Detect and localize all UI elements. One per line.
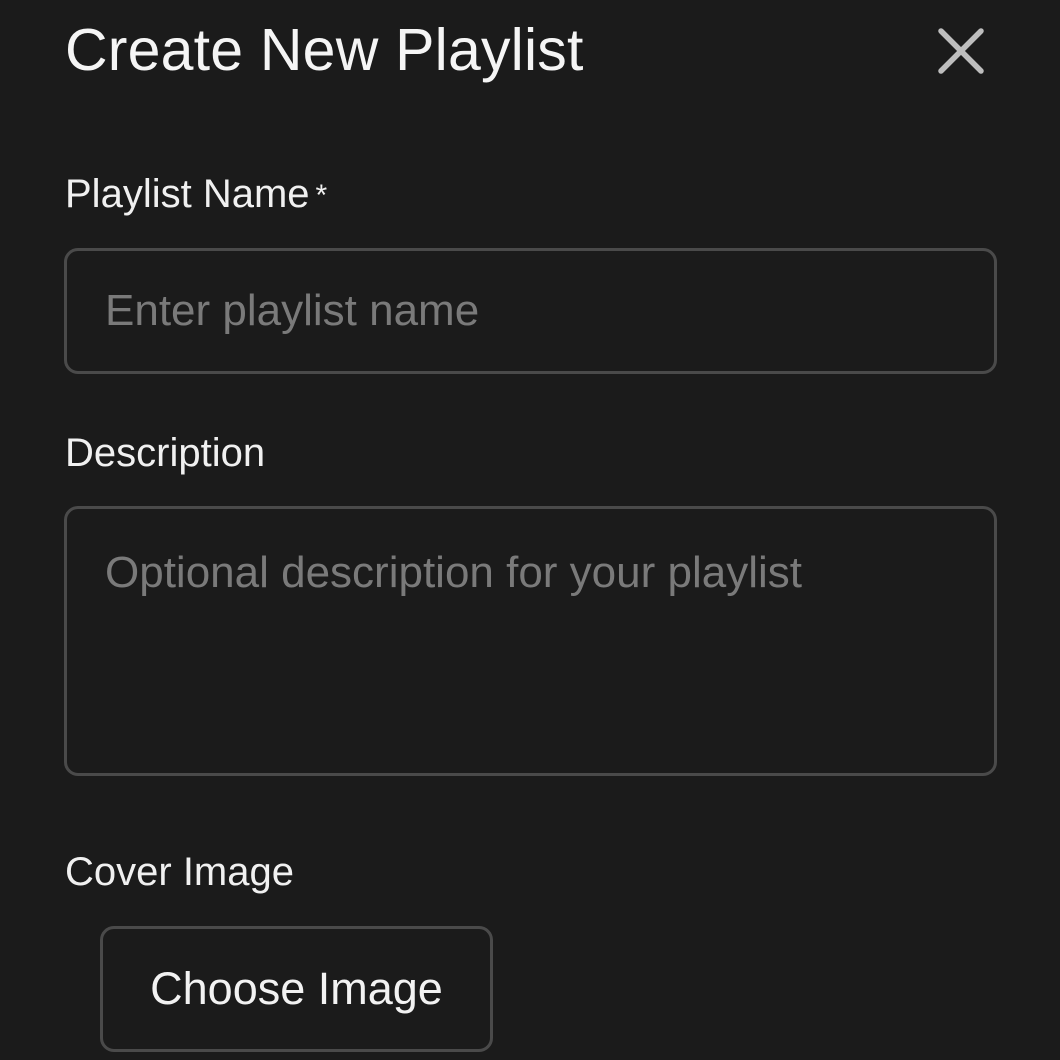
required-mark: *	[315, 179, 328, 212]
playlist-name-label: Playlist Name *	[65, 170, 327, 218]
dialog-title: Create New Playlist	[65, 17, 584, 83]
create-playlist-dialog: Create New Playlist Playlist Name* Descr…	[0, 0, 1060, 1060]
playlist-name-label-text: Playlist Name	[65, 172, 310, 216]
choose-image-button[interactable]: Choose Image	[100, 926, 493, 1052]
close-button[interactable]	[928, 20, 994, 82]
description-label: Description	[65, 431, 266, 475]
playlist-name-input[interactable]	[64, 248, 997, 374]
description-textarea[interactable]	[64, 506, 997, 776]
cover-image-label: Cover Image	[65, 850, 294, 894]
close-icon	[928, 20, 994, 82]
